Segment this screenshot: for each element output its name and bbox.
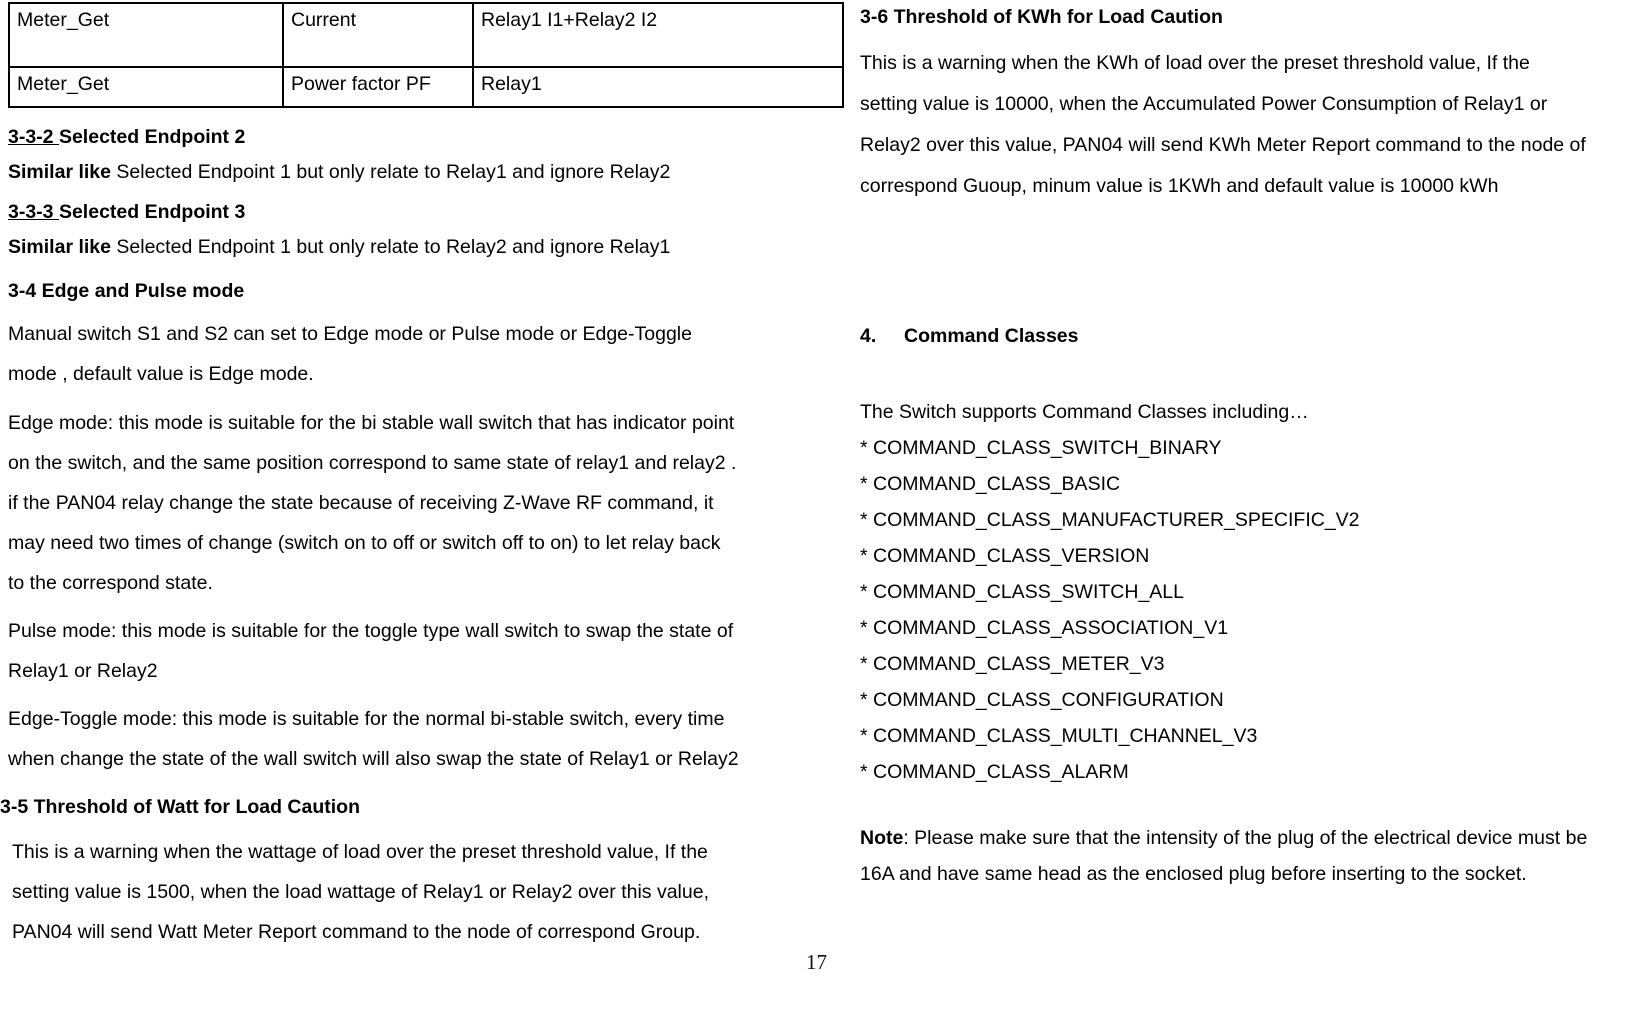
table-row: Meter_Get Current Relay1 I1+Relay2 I2 [8,2,844,68]
paragraph-pulse-mode: Pulse mode: this mode is suitable for th… [8,611,800,691]
note-text-1: : Please make sure that the intensity of… [903,827,1588,850]
table-cell-command: Meter_Get [8,2,284,68]
meter-command-table: Meter_Get Current Relay1 I1+Relay2 I2 Me… [8,2,844,108]
text-line: Relay1 or Relay2 [8,660,158,683]
command-classes-list: * COMMAND_CLASS_SWITCH_BINARY * COMMAND_… [860,430,1620,790]
right-column: 3-6 Threshold of KWh for Load Caution Th… [860,0,1620,892]
paragraph-3-3-2-body: Selected Endpoint 1 but only relate to R… [110,161,671,184]
heading-3-3-3-title: Selected Endpoint 3 [58,200,246,223]
paragraph-edge-mode: Edge mode: this mode is suitable for the… [8,403,800,603]
heading-3-3-2: 3-3-2 Selected Endpoint 2 [8,125,800,149]
list-item: * COMMAND_CLASS_ASSOCIATION_V1 [860,617,1229,640]
heading-3-6: 3-6 Threshold of KWh for Load Caution [860,6,1223,28]
paragraph-3-5: This is a warning when the wattage of lo… [12,832,800,952]
table-cell-parameter: Current [282,2,474,68]
paragraph-3-3-3-lead: Similar like [8,236,111,259]
text-line: on the switch, and the same position cor… [8,452,737,475]
paragraph-3-3-2-lead: Similar like [8,161,111,184]
text-line: PAN04 will send Watt Meter Report comman… [12,920,701,943]
paragraph-3-4-intro: Manual switch S1 and S2 can set to Edge … [8,314,800,394]
text-line: Edge-Toggle mode: this mode is suitable … [8,708,725,731]
text-line: Manual switch S1 and S2 can set to Edge … [8,323,692,346]
heading-4-index: 4. [860,325,877,348]
list-item: * COMMAND_CLASS_METER_V3 [860,653,1165,676]
list-item: * COMMAND_CLASS_MANUFACTURER_SPECIFIC_V2 [860,509,1360,532]
text-line: setting value is 1500, when the load wat… [12,880,710,903]
text-line: Edge mode: this mode is suitable for the… [8,412,735,435]
list-item: * COMMAND_CLASS_ALARM [860,761,1129,784]
page-number: 17 [806,950,827,974]
document-page: Meter_Get Current Relay1 I1+Relay2 I2 Me… [0,0,1633,1010]
text-line: may need two times of change (switch on … [8,532,721,555]
heading-3-4: 3-4 Edge and Pulse mode [8,279,245,302]
heading-3-3-3-number: 3-3-3 [8,200,59,223]
note-line-1: Note: Please make sure that the intensit… [860,820,1620,856]
text-line: when change the state of the wall switch… [8,748,739,771]
paragraph-3-3-3: Similar like Selected Endpoint 1 but onl… [8,238,800,258]
list-item: * COMMAND_CLASS_BASIC [860,473,1121,496]
text-line: Relay2 over this value, PAN04 will send … [860,134,1586,157]
text-line: setting value is 10000, when the Accumul… [860,93,1548,116]
table-row: Meter_Get Power factor PF Relay1 [8,66,844,108]
heading-3-3-2-number: 3-3-2 [8,126,59,148]
list-item: * COMMAND_CLASS_MULTI_CHANNEL_V3 [860,725,1258,748]
table-cell-scope: Relay1 [472,66,844,108]
table-cell-parameter: Power factor PF [282,66,474,108]
left-column: Meter_Get Current Relay1 I1+Relay2 I2 Me… [0,0,844,952]
table-cell-scope: Relay1 I1+Relay2 I2 [472,2,844,68]
command-classes-intro: The Switch supports Command Classes incl… [860,401,1309,424]
text-line: if the PAN04 relay change the state beca… [8,492,714,515]
text-line: correspond Guoup, minum value is 1KWh an… [860,175,1499,198]
text-line: mode , default value is Edge mode. [8,363,314,386]
vertical-spacer [860,790,1620,820]
text-line: This is a warning when the KWh of load o… [860,52,1530,75]
heading-3-5: 3-5 Threshold of Watt for Load Caution [0,796,361,819]
vertical-spacer [860,348,1620,394]
note-label: Note [860,827,904,850]
note-block: Note: Please make sure that the intensit… [860,820,1620,892]
list-item: * COMMAND_CLASS_SWITCH_ALL [860,581,1184,604]
list-item: * COMMAND_CLASS_VERSION [860,545,1150,568]
text-line: to the correspond state. [8,572,213,595]
paragraph-3-3-3-body: Selected Endpoint 1 but only relate to R… [110,236,671,259]
heading-3-3-3: 3-3-3 Selected Endpoint 3 [8,200,800,224]
list-item: * COMMAND_CLASS_SWITCH_BINARY [860,437,1222,460]
paragraph-edge-toggle-mode: Edge-Toggle mode: this mode is suitable … [8,699,800,779]
heading-3-3-2-title: Selected Endpoint 2 [58,126,246,148]
paragraph-3-3-2: Similar like Selected Endpoint 1 but onl… [8,163,800,183]
note-line-2: 16A and have same head as the enclosed p… [860,863,1527,886]
table-cell-command: Meter_Get [8,66,284,108]
list-item: * COMMAND_CLASS_CONFIGURATION [860,689,1224,712]
heading-4-command-classes: 4. Command Classes [860,325,1620,348]
text-line: This is a warning when the wattage of lo… [12,840,708,863]
paragraph-3-6: This is a warning when the KWh of load o… [860,43,1620,207]
text-line: Pulse mode: this mode is suitable for th… [8,620,734,643]
vertical-spacer [860,207,1620,325]
heading-4-title: Command Classes [904,325,1079,348]
